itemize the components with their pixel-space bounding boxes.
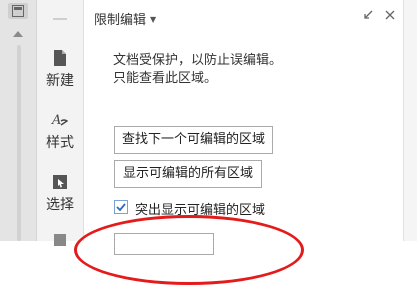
description-line-1: 文档受保护，以防止误编辑。: [113, 53, 283, 68]
rail-item-select[interactable]: 选择: [37, 172, 83, 214]
rail-item-style-label: 样式: [46, 135, 74, 151]
highlight-editable-label: 突出显示可编辑的区域: [135, 203, 266, 218]
style-icon: A: [51, 113, 69, 128]
panel-title: 限制编辑: [94, 13, 147, 28]
rail-grip: [53, 18, 67, 20]
scrollbar-track[interactable]: [17, 45, 21, 241]
svg-text:A: A: [51, 113, 61, 128]
chevron-down-icon: ▼: [150, 15, 157, 24]
show-all-editable-button[interactable]: 显示可编辑的所有区域: [114, 160, 263, 188]
restrict-editing-panel: 限制编辑 ▼ 文档受保护，以防止误编辑。 只能查看此区域。 查找下一个可编辑的区域…: [74, 0, 402, 285]
panel-title-dropdown[interactable]: 限制编辑 ▼: [94, 9, 156, 28]
description-line-2: 只能查看此区域。: [113, 71, 218, 86]
rail-item-new[interactable]: 新建: [37, 48, 83, 90]
checkmark-icon: [116, 203, 126, 212]
protection-description: 文档受保护，以防止误编辑。 只能查看此区域。: [113, 52, 282, 88]
tool-rail: 新建 A 样式 选择: [37, 0, 84, 246]
panel-toggle-icon: [12, 5, 24, 17]
rail-item-more[interactable]: [37, 230, 83, 250]
rail-item-new-label: 新建: [46, 73, 74, 89]
panel-toggle-button[interactable]: [8, 3, 28, 19]
find-next-editable-button[interactable]: 查找下一个可编辑的区域: [114, 126, 274, 154]
new-document-icon: [54, 50, 66, 66]
select-icon: [53, 175, 67, 189]
scroll-up-icon[interactable]: [12, 30, 24, 38]
left-strip: [0, 0, 37, 241]
right-edge-strip: [403, 0, 417, 241]
rail-item-select-label: 选择: [46, 197, 74, 213]
rail-item-style[interactable]: A 样式: [37, 110, 83, 152]
highlight-editable-checkbox[interactable]: [114, 200, 128, 214]
collapse-arrow-icon[interactable]: [362, 9, 374, 21]
more-tool-icon: [54, 234, 66, 246]
partial-button[interactable]: [114, 233, 214, 255]
close-icon[interactable]: [384, 9, 396, 21]
